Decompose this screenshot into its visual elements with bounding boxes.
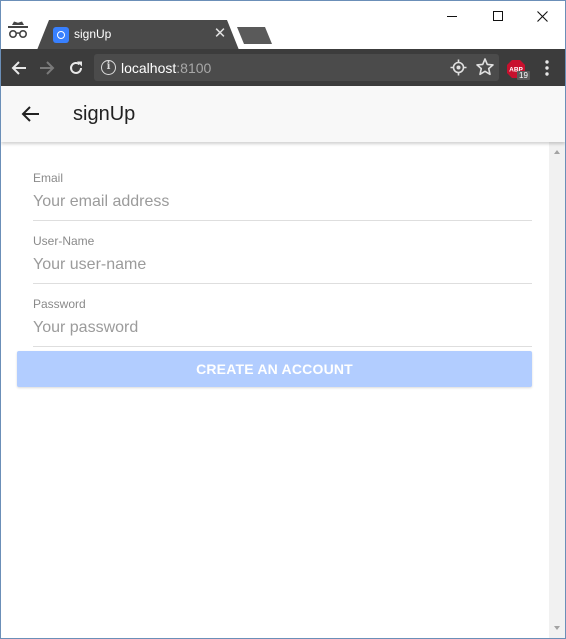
username-label: User-Name: [33, 234, 95, 248]
scroll-up-icon[interactable]: [554, 150, 560, 154]
arrow-left-icon: [11, 61, 26, 75]
browser-tab-active[interactable]: signUp ✕: [37, 20, 239, 50]
adblock-extension-button[interactable]: ABP 19: [506, 59, 530, 80]
password-label: Password: [33, 297, 86, 311]
email-input[interactable]: [33, 191, 532, 213]
close-icon: [536, 10, 548, 22]
adblock-count-badge: 19: [517, 71, 530, 80]
password-field: Password: [33, 284, 532, 347]
url-text[interactable]: localhost:8100: [121, 60, 211, 76]
email-field: Email: [33, 158, 532, 221]
arrow-left-icon[interactable]: [19, 102, 43, 126]
reload-button[interactable]: [64, 56, 88, 80]
create-account-button[interactable]: CREATE AN ACCOUNT: [17, 351, 532, 387]
close-tab-icon[interactable]: ✕: [212, 25, 228, 41]
ionic-favicon-icon: [53, 27, 69, 43]
browser-toolbar: i localhost:8100 ABP 19: [1, 49, 565, 86]
vertical-scrollbar[interactable]: [549, 142, 565, 638]
star-icon[interactable]: [475, 57, 495, 77]
minimize-icon: [447, 16, 457, 17]
arrow-right-icon: [40, 61, 55, 75]
username-input[interactable]: [33, 254, 532, 276]
new-tab-button[interactable]: [237, 27, 273, 45]
three-dots-icon[interactable]: [541, 59, 553, 77]
browser-forward-button[interactable]: [35, 56, 59, 80]
maximize-icon: [493, 11, 503, 21]
scroll-down-icon[interactable]: [554, 626, 560, 630]
signup-form: Email User-Name Password CREATE AN ACCOU…: [1, 142, 549, 638]
tab-title: signUp: [74, 27, 112, 41]
page-title: signUp: [73, 103, 136, 125]
address-bar[interactable]: i localhost:8100: [94, 54, 499, 81]
close-window-button[interactable]: [519, 1, 565, 31]
app-header: signUp: [1, 86, 565, 142]
browser-back-button[interactable]: [7, 56, 31, 80]
incognito-icon: [8, 21, 28, 39]
maximize-button[interactable]: [475, 1, 521, 31]
page-viewport: signUp Email User-Name Password CREATE A…: [1, 86, 565, 638]
reload-icon: [70, 61, 82, 74]
email-label: Email: [33, 171, 64, 185]
username-field: User-Name: [33, 221, 532, 284]
title-bar: signUp ✕: [1, 1, 565, 50]
browser-window: signUp ✕ i localhost:8100 ABP 19 signUp …: [0, 0, 566, 639]
location-target-icon[interactable]: [450, 59, 467, 76]
info-icon[interactable]: i: [101, 60, 116, 75]
password-input[interactable]: [33, 317, 532, 339]
url-port: :8100: [176, 60, 212, 76]
minimize-button[interactable]: [429, 1, 475, 31]
url-host: localhost: [121, 60, 177, 76]
